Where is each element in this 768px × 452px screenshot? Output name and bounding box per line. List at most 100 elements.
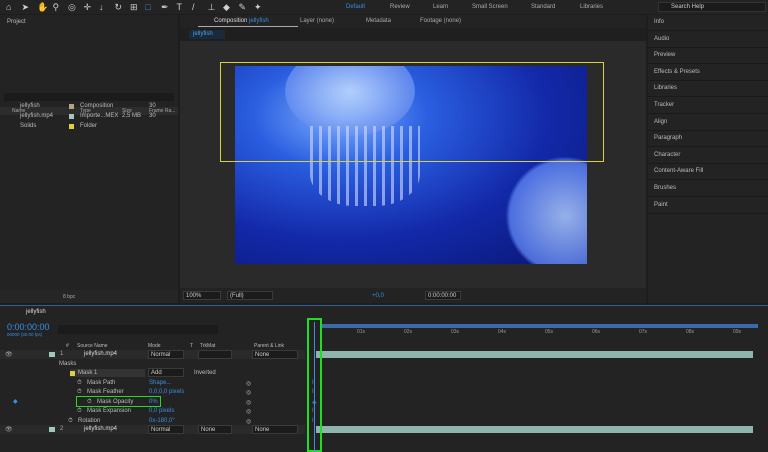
workspace-small-screen[interactable]: Small Screen	[472, 4, 508, 10]
panel-paragraph[interactable]: Paragraph	[648, 131, 768, 148]
work-area-bar[interactable]	[322, 324, 758, 328]
mode-dropdown[interactable]: Normal	[148, 425, 184, 434]
parent-dropdown[interactable]: None	[252, 425, 298, 434]
workspace-default[interactable]: Default	[346, 4, 365, 10]
clone-stamp-icon[interactable]: ⊥	[208, 2, 216, 13]
tab-metadata[interactable]: Metadata	[366, 18, 391, 24]
rotate-icon[interactable]: ↻	[115, 2, 123, 13]
mode-dropdown[interactable]: Normal	[148, 350, 184, 359]
property-value[interactable]: 0,0,0,0 pixels	[149, 389, 184, 395]
property-name: Mask Path	[87, 380, 116, 386]
timeline-timecode[interactable]: 0:00:00:00	[7, 322, 50, 332]
project-item[interactable]: jellyfish Composition 30	[0, 101, 180, 111]
bpc-button[interactable]: 8 bpc	[63, 294, 75, 300]
eraser-icon[interactable]: ◆	[223, 2, 230, 13]
label-color-swatch[interactable]	[69, 114, 74, 119]
layer-row[interactable]: 👁 1 jellyfish.mp4 Normal None	[0, 350, 305, 359]
panel-content-aware-fill[interactable]: Content-Aware Fill	[648, 164, 768, 181]
brush-icon[interactable]: /	[192, 2, 195, 12]
project-search-input[interactable]	[4, 93, 174, 101]
layer-duration-bar[interactable]	[316, 351, 753, 358]
panel-libraries[interactable]: Libraries	[648, 81, 768, 98]
stopwatch-icon[interactable]: ⏱	[77, 408, 82, 415]
composition-panel: Composition jellyfish Layer (none) Metad…	[180, 15, 646, 303]
panel-preview[interactable]: Preview	[648, 48, 768, 65]
workspace-review[interactable]: Review	[390, 4, 410, 10]
text-icon[interactable]: T	[177, 2, 183, 12]
comp-breadcrumb[interactable]: jellyfish	[189, 30, 225, 39]
panel-effects-presets[interactable]: Effects & Presets	[648, 65, 768, 81]
panel-tracker[interactable]: Tracker	[648, 98, 768, 114]
ruler-tick: 02s	[404, 329, 413, 335]
project-item[interactable]: jellyfish.mp4 Importe...MEX 2,5 MB 30	[0, 111, 180, 121]
hand-icon[interactable]: ✋	[37, 2, 48, 13]
anchor-icon[interactable]: ⊞	[130, 2, 138, 13]
column-header: Source Name	[77, 343, 108, 349]
timeline-tab[interactable]: jellyfish	[26, 309, 46, 315]
trkmat-dropdown[interactable]	[198, 350, 232, 359]
column-header: #	[66, 343, 69, 349]
roto-brush-icon[interactable]: ✎	[239, 2, 247, 13]
masks-group[interactable]: Masks	[59, 361, 76, 367]
viewer-footer: 100% (Full) +0,0 0:00:00:00	[180, 288, 646, 303]
viewer-canvas[interactable]	[180, 41, 646, 288]
timeline-search-input[interactable]	[58, 325, 218, 334]
inverted-checkbox[interactable]: Inverted	[194, 370, 216, 376]
panel-align[interactable]: Align	[648, 115, 768, 131]
workspace-libraries[interactable]: Libraries	[580, 4, 603, 10]
layer-name[interactable]: jellyfish.mp4	[84, 351, 117, 357]
rectangle-icon[interactable]: □	[146, 2, 151, 12]
zoom-dropdown[interactable]: 100%	[183, 291, 221, 300]
pickwhip-icon[interactable]: ◎	[246, 380, 251, 387]
tab-composition[interactable]: Composition jellyfish	[214, 18, 269, 24]
playhead[interactable]	[314, 322, 315, 452]
pickwhip-icon[interactable]: ◎	[246, 389, 251, 396]
orbit-icon[interactable]: ◎	[68, 2, 76, 13]
panel-brushes[interactable]: Brushes	[648, 181, 768, 197]
pickwhip-icon[interactable]: ◎	[246, 418, 251, 425]
project-item[interactable]: Solids Folder	[0, 121, 180, 131]
parent-dropdown[interactable]: None	[252, 350, 298, 359]
stopwatch-icon[interactable]: ⏱	[68, 418, 73, 425]
property-value[interactable]: 0,0 pixels	[149, 408, 174, 414]
workspace-standard[interactable]: Standard	[531, 4, 555, 10]
mask-outline[interactable]	[220, 62, 604, 162]
panel-info[interactable]: Info	[648, 15, 768, 31]
zoom-icon[interactable]: ⚲	[53, 2, 60, 13]
exposure-value[interactable]: +0,0	[372, 293, 384, 299]
layer-name[interactable]: jellyfish.mp4	[84, 426, 117, 432]
property-value[interactable]: Shape...	[149, 380, 171, 386]
resolution-dropdown[interactable]: (Full)	[227, 291, 273, 300]
tab-layer[interactable]: Layer (none)	[300, 18, 334, 24]
tab-footage[interactable]: Footage (none)	[420, 18, 461, 24]
mask-name[interactable]: Mask 1	[78, 370, 97, 376]
keyframe-navigator[interactable]: ◆	[13, 398, 18, 405]
panel-audio[interactable]: Audio	[648, 32, 768, 48]
puppet-icon[interactable]: ✦	[254, 2, 262, 13]
pickwhip-icon[interactable]: ◎	[246, 408, 251, 415]
label-color-swatch[interactable]	[69, 124, 74, 129]
pan-icon[interactable]: ✛	[84, 2, 92, 13]
mask-mode-dropdown[interactable]: Add	[148, 368, 184, 377]
label-color-swatch[interactable]	[49, 352, 55, 357]
layer-duration-bar[interactable]	[316, 426, 753, 433]
stopwatch-icon[interactable]: ⏱	[77, 380, 82, 387]
dolly-icon[interactable]: ↓	[99, 2, 104, 12]
viewer-timecode[interactable]: 0:00:00:00	[425, 291, 461, 300]
column-header: Parent & Link	[254, 343, 285, 349]
property-value[interactable]: 0x-180,0°	[149, 418, 175, 424]
selection-icon[interactable]: ➤	[22, 2, 30, 13]
pickwhip-icon[interactable]: ◎	[246, 399, 251, 406]
label-color-swatch[interactable]	[49, 427, 55, 432]
workspace-learn[interactable]: Learn	[433, 4, 448, 10]
trkmat-dropdown[interactable]: None	[198, 425, 232, 434]
mask-color-swatch[interactable]	[70, 371, 75, 376]
project-title: Project	[7, 19, 26, 25]
panel-paint[interactable]: Paint	[648, 198, 768, 214]
label-color-swatch[interactable]	[69, 104, 74, 109]
panel-character[interactable]: Character	[648, 148, 768, 164]
search-help-input[interactable]: Search Help	[658, 2, 766, 12]
pen-icon[interactable]: ✒	[161, 2, 169, 13]
layer-row[interactable]: 👁 2 jellyfish.mp4 Normal None None	[0, 425, 305, 434]
home-icon[interactable]: ⌂	[6, 2, 11, 12]
